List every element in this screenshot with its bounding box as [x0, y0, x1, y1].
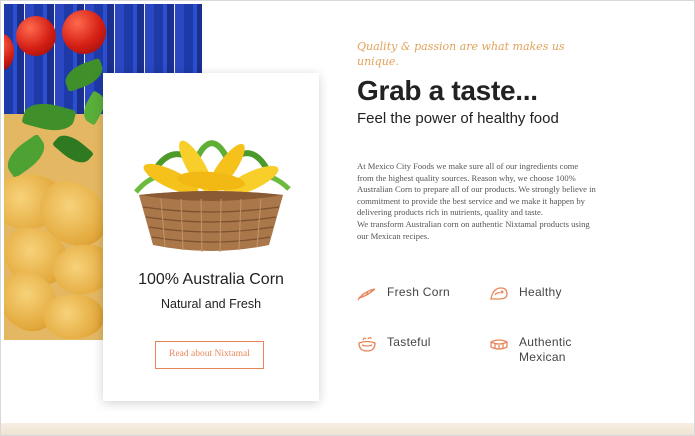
feature-tasteful: Tasteful	[357, 335, 431, 352]
feature-label: Fresh Corn	[387, 285, 451, 299]
product-card: 100% Australia Corn Natural and Fresh Re…	[103, 73, 319, 401]
card-title: 100% Australia Corn	[138, 271, 284, 288]
page-subheadline: Feel the power of healthy food	[357, 110, 559, 127]
tagline: Quality & passion are what makes us uniq…	[357, 40, 565, 68]
intro-paragraph-text: At Mexico City Foods we make sure all of…	[357, 161, 596, 218]
intro-paragraph-text-2: We transform Australian corn on authenti…	[357, 218, 590, 241]
feature-label: Tasteful	[387, 335, 431, 349]
tomato	[62, 10, 106, 54]
burrito-icon	[489, 336, 509, 352]
corn-basket-image	[131, 117, 291, 257]
cilantro-leaf	[4, 133, 51, 179]
feature-label: Healthy	[519, 285, 562, 299]
bowl-icon	[357, 336, 377, 352]
feature-healthy: Healthy	[489, 285, 562, 302]
read-about-nixtamal-button[interactable]: Read about Nixtamal	[155, 341, 264, 369]
cilantro-leaf	[52, 129, 94, 169]
corn-icon	[357, 286, 377, 302]
page-headline: Grab a taste...	[357, 75, 538, 106]
taco-icon	[489, 286, 509, 302]
tomato	[16, 16, 56, 56]
feature-authentic-mexican: Authentic Mexican	[489, 335, 589, 365]
intro-paragraph: At Mexico City Foods we make sure all of…	[357, 161, 597, 242]
footer-band	[1, 423, 694, 435]
feature-label: Authentic Mexican	[519, 335, 572, 364]
page-frame: 100% Australia Corn Natural and Fresh Re…	[0, 0, 695, 436]
feature-fresh-corn: Fresh Corn	[357, 285, 450, 302]
card-subtitle: Natural and Fresh	[160, 297, 262, 311]
